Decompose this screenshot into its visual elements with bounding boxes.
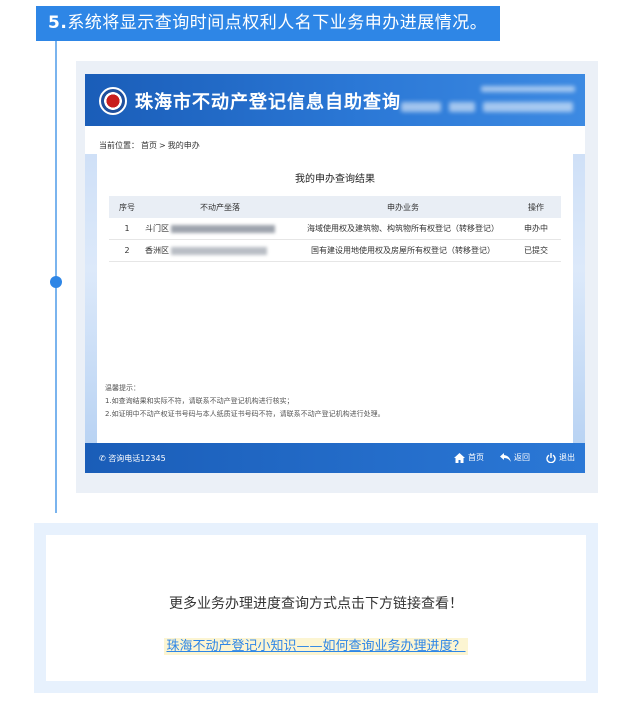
row-status[interactable]: 申办中	[511, 223, 561, 234]
home-button[interactable]: 首页	[454, 452, 484, 463]
back-label: 返回	[514, 453, 530, 462]
breadcrumb-current: 我的申办	[167, 141, 200, 150]
results-panel: 我的申办查询结果 序号 不动产坐落 申办业务 操作 1 斗门区 海域使用权及建筑…	[85, 154, 585, 443]
header-no: 序号	[119, 202, 135, 212]
power-icon	[546, 452, 556, 463]
row-location: 香洲区	[145, 245, 295, 256]
query-app-screenshot: 珠海市不动产登记信息自助查询 当前位置： 首页 > 我的申办 我的申办查询结果 序号 …	[85, 74, 585, 473]
tips: 温馨提示： 1.如查询结果和实际不符，请联系不动产登记机构进行核实； 2.如证明…	[105, 382, 385, 421]
exit-label: 退出	[559, 453, 575, 462]
row-business: 海域使用权及建筑物、构筑物所有权登记（转移登记）	[307, 224, 499, 233]
tips-heading: 温馨提示：	[105, 384, 140, 392]
redacted-header-info	[483, 102, 573, 112]
government-seal-icon	[99, 87, 127, 115]
app-footer: ✆ 咨询电话12345 首页 返回 退出	[85, 443, 585, 473]
row-no: 1	[124, 224, 130, 233]
header-location: 不动产坐落	[145, 202, 295, 213]
redacted-address	[171, 246, 267, 255]
more-info-link[interactable]: 珠海不动产登记小知识——如何查询业务办理进度？	[164, 638, 468, 655]
more-info-card: 更多业务办理进度查询方式点击下方链接查看！ 珠海不动产登记小知识——如何查询业务…	[46, 535, 586, 681]
header-action: 操作	[528, 202, 544, 212]
results-card: 我的申办查询结果 序号 不动产坐落 申办业务 操作 1 斗门区 海域使用权及建筑…	[97, 154, 573, 443]
back-arrow-icon	[500, 453, 511, 462]
row-business: 国有建设用地使用权及房屋所有权登记（转移登记）	[311, 246, 495, 255]
step-number: 5	[48, 13, 61, 33]
step-title: 系统将显示查询时间点权利人名下业务申办进展情况。	[67, 13, 488, 33]
footer-nav: 首页 返回 退出	[454, 452, 575, 463]
breadcrumb-sep: >	[159, 141, 166, 150]
hotline: ✆ 咨询电话12345	[99, 454, 166, 463]
header-location-label: 不动产坐落	[200, 202, 240, 212]
row-status[interactable]: 已提交	[511, 245, 561, 256]
row-no: 2	[124, 246, 130, 255]
timeline-dot	[50, 276, 62, 288]
redacted-header-info	[481, 86, 575, 92]
breadcrumb: 当前位置： 首页 > 我的申办	[99, 140, 202, 151]
redacted-address	[171, 224, 275, 233]
app-header: 珠海市不动产登记信息自助查询	[85, 74, 585, 126]
header-business: 申办业务	[387, 202, 419, 212]
more-info-section: 更多业务办理进度查询方式点击下方链接查看！ 珠海不动产登记小知识——如何查询业务…	[34, 523, 598, 693]
back-button[interactable]: 返回	[500, 452, 530, 463]
table-row[interactable]: 1 斗门区 海域使用权及建筑物、构筑物所有权登记（转移登记） 申办中	[109, 218, 561, 240]
row-district: 斗门区	[145, 224, 169, 233]
home-label: 首页	[468, 453, 484, 462]
redacted-header-info	[449, 102, 475, 112]
tips-line-1: 1.如查询结果和实际不符，请联系不动产登记机构进行核实；	[105, 397, 294, 405]
exit-button[interactable]: 退出	[546, 452, 575, 463]
results-title: 我的申办查询结果	[295, 174, 375, 185]
row-location: 斗门区	[145, 223, 295, 234]
breadcrumb-home[interactable]: 首页	[141, 141, 157, 150]
more-info-link-wrapper: 珠海不动产登记小知识——如何查询业务办理进度？	[46, 635, 586, 655]
row-district: 香洲区	[145, 246, 169, 255]
table-header: 序号 不动产坐落 申办业务 操作	[109, 196, 561, 218]
breadcrumb-prefix: 当前位置：	[99, 141, 139, 150]
app-title: 珠海市不动产登记信息自助查询	[135, 92, 401, 113]
redacted-header-info	[401, 102, 441, 112]
more-info-text: 更多业务办理进度查询方式点击下方链接查看！	[169, 596, 463, 612]
home-icon	[454, 452, 465, 463]
step-header: 5.系统将显示查询时间点权利人名下业务申办进展情况。	[36, 6, 500, 41]
results-table: 序号 不动产坐落 申办业务 操作 1 斗门区 海域使用权及建筑物、构筑物所有权登…	[109, 196, 561, 262]
table-row[interactable]: 2 香洲区 国有建设用地使用权及房屋所有权登记（转移登记） 已提交	[109, 240, 561, 262]
tips-line-2: 2.如证明中不动产权证书号码与本人纸质证书号码不符，请联系不动产登记机构进行处理…	[105, 410, 385, 418]
